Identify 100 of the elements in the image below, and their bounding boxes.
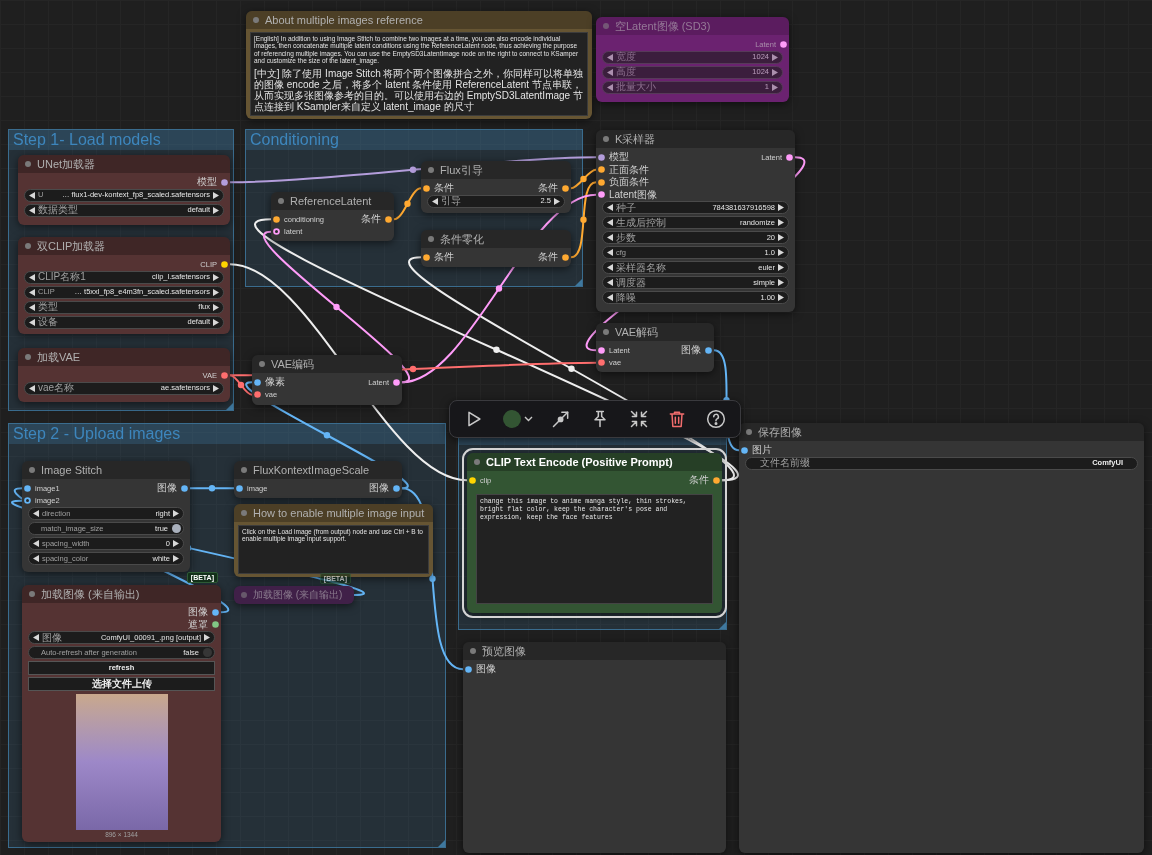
input-slot-icon[interactable] <box>273 215 280 223</box>
slot-label: 条件 <box>434 252 454 263</box>
title-dot-icon[interactable] <box>241 467 247 473</box>
left-arrow-icon[interactable] <box>607 204 613 211</box>
color-picker-button[interactable] <box>502 410 533 428</box>
output-slot-icon[interactable] <box>713 476 720 484</box>
right-arrow-icon[interactable] <box>778 279 784 286</box>
right-arrow-icon[interactable] <box>213 384 219 392</box>
title-dot-icon[interactable] <box>474 459 480 465</box>
resize-handle-icon[interactable] <box>226 403 233 410</box>
color-swatch-icon[interactable] <box>502 410 521 428</box>
output-slot-icon[interactable] <box>212 621 219 629</box>
input-slot-icon[interactable] <box>423 184 430 192</box>
output-slot-icon[interactable] <box>780 40 787 48</box>
title-dot-icon[interactable] <box>253 17 259 23</box>
title-dot-icon[interactable] <box>25 161 31 167</box>
output-slot-icon[interactable] <box>181 484 188 492</box>
slot-label: 像素 <box>265 377 285 388</box>
output-slot-icon[interactable] <box>393 484 400 492</box>
slot-label: Latent图像 <box>609 189 657 200</box>
title-dot-icon[interactable] <box>29 467 35 473</box>
input-slot-icon[interactable] <box>598 359 605 367</box>
note-text-area[interactable] <box>250 32 588 116</box>
left-arrow-icon[interactable] <box>29 384 35 392</box>
collapse-button[interactable] <box>628 409 649 429</box>
group-title: Step 1- Load models <box>13 132 161 148</box>
left-arrow-icon[interactable] <box>33 540 39 547</box>
title-dot-icon[interactable] <box>25 243 31 249</box>
input-slot-icon[interactable] <box>598 178 605 186</box>
output-slot-icon[interactable] <box>393 378 400 386</box>
chevron-down-icon[interactable] <box>523 416 533 422</box>
widget-button[interactable]: 选择文件上传 <box>28 677 215 691</box>
left-arrow-icon[interactable] <box>33 555 39 562</box>
help-button[interactable] <box>705 409 726 429</box>
right-arrow-icon[interactable] <box>173 540 179 547</box>
input-slot-icon[interactable] <box>236 484 243 492</box>
output-slot-icon[interactable] <box>212 608 219 616</box>
left-arrow-icon[interactable] <box>33 634 39 641</box>
title-dot-icon[interactable] <box>603 329 609 335</box>
input-slot-icon[interactable] <box>741 446 748 454</box>
right-arrow-icon[interactable] <box>778 234 784 241</box>
title-dot-icon[interactable] <box>428 236 434 242</box>
title-dot-icon[interactable] <box>241 592 247 598</box>
right-arrow-icon[interactable] <box>204 634 210 641</box>
output-slot-icon[interactable] <box>562 184 569 192</box>
input-slot-icon[interactable] <box>423 253 430 261</box>
left-arrow-icon[interactable] <box>607 234 613 241</box>
right-arrow-icon[interactable] <box>778 204 784 211</box>
toggle-knob-icon[interactable] <box>203 648 212 657</box>
title-dot-icon[interactable] <box>746 429 752 435</box>
left-arrow-icon[interactable] <box>33 510 39 517</box>
resize-handle-icon[interactable] <box>575 279 582 286</box>
title-dot-icon[interactable] <box>603 136 609 142</box>
left-arrow-icon[interactable] <box>607 279 613 286</box>
input-slot-icon[interactable] <box>24 497 31 505</box>
input-slot-icon[interactable] <box>273 228 280 236</box>
title-dot-icon[interactable] <box>470 648 476 654</box>
left-arrow-icon[interactable] <box>432 197 438 205</box>
right-arrow-icon[interactable] <box>778 294 784 301</box>
input-slot-icon[interactable] <box>469 476 476 484</box>
input-slot-icon[interactable] <box>598 153 605 161</box>
input-slot-icon[interactable] <box>24 484 31 492</box>
output-slot-icon[interactable] <box>705 346 712 354</box>
left-arrow-icon[interactable] <box>607 294 613 301</box>
title-dot-icon[interactable] <box>241 510 247 516</box>
right-arrow-icon[interactable] <box>778 264 784 271</box>
output-slot-icon[interactable] <box>786 153 793 161</box>
title-dot-icon[interactable] <box>603 23 609 29</box>
output-slot-icon[interactable] <box>221 260 228 268</box>
title-dot-icon[interactable] <box>278 198 284 204</box>
right-arrow-icon[interactable] <box>173 510 179 517</box>
left-arrow-icon[interactable] <box>607 219 613 226</box>
title-dot-icon[interactable] <box>25 354 31 360</box>
input-slot-icon[interactable] <box>598 191 605 199</box>
slot-label: 正面条件 <box>609 164 649 175</box>
output-slot-icon[interactable] <box>221 178 228 186</box>
input-slot-icon[interactable] <box>465 665 472 673</box>
node-title: 预览图像 <box>482 645 526 657</box>
right-arrow-icon[interactable] <box>554 197 560 205</box>
input-slot-icon[interactable] <box>254 391 261 399</box>
input-slot-icon[interactable] <box>254 378 261 386</box>
title-dot-icon[interactable] <box>259 361 265 367</box>
input-slot-icon[interactable] <box>598 346 605 354</box>
output-slot-icon[interactable] <box>385 215 392 223</box>
slot-label: 图片 <box>752 445 772 456</box>
left-arrow-icon[interactable] <box>607 249 613 256</box>
right-arrow-icon[interactable] <box>778 219 784 226</box>
title-dot-icon[interactable] <box>29 591 35 597</box>
right-arrow-icon[interactable] <box>173 555 179 562</box>
toggle-knob-icon[interactable] <box>172 524 181 533</box>
node-title: 加载图像 (来自输出) <box>41 588 140 600</box>
output-slot-icon[interactable] <box>562 253 569 261</box>
left-arrow-icon[interactable] <box>607 264 613 271</box>
resize-handle-icon[interactable] <box>719 622 726 629</box>
output-slot-icon[interactable] <box>221 371 228 379</box>
resize-handle-icon[interactable] <box>438 840 445 847</box>
node-title: 空Latent图像 (SD3) <box>615 20 711 32</box>
title-dot-icon[interactable] <box>428 167 434 173</box>
input-slot-icon[interactable] <box>598 166 605 174</box>
right-arrow-icon[interactable] <box>778 249 784 256</box>
